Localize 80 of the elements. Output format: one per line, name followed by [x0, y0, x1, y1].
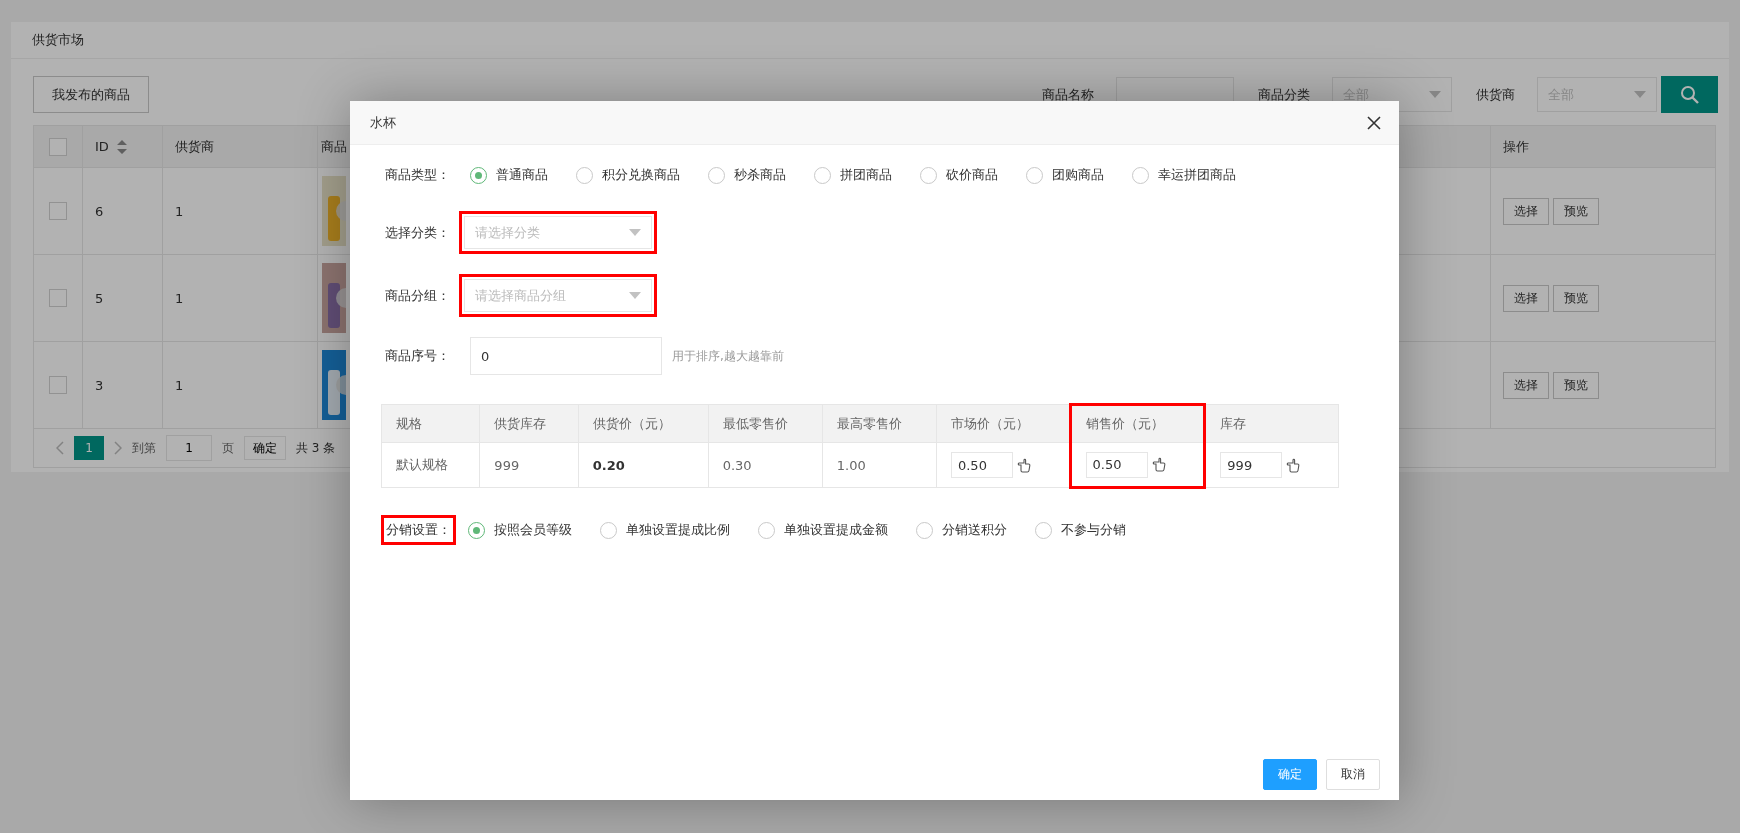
column-header: 商品: [321, 137, 347, 156]
hand-icon[interactable]: [1286, 457, 1301, 473]
table-cell: 0.20: [592, 457, 625, 473]
caret-icon: [629, 292, 641, 299]
dialog-button[interactable]: 取消: [1326, 759, 1380, 790]
table-cell: 1: [175, 290, 184, 306]
column-header: 最低零售价: [708, 404, 823, 443]
row-action-button[interactable]: 预览: [1553, 284, 1599, 312]
total-count: 共 3 条: [296, 439, 336, 457]
table-cell: 默认规格: [396, 457, 448, 472]
caret-icon: [629, 229, 641, 236]
radio-option[interactable]: 拼团商品: [814, 166, 892, 184]
field-label: 商品分组：: [385, 286, 451, 305]
price-field[interactable]: 999: [1220, 452, 1283, 478]
table-cell: 1: [175, 203, 184, 219]
filter-label: 商品名称: [1042, 85, 1094, 104]
row-action-button[interactable]: 选择: [1503, 371, 1549, 399]
radio-option[interactable]: 单独设置提成金额: [758, 521, 888, 539]
column-header: 规格: [381, 404, 480, 443]
column-header: 供货库存: [479, 404, 579, 443]
table-cell: 5: [95, 290, 104, 306]
goto-confirm-button[interactable]: 确定: [244, 436, 286, 460]
row-action-button[interactable]: 选择: [1503, 284, 1549, 312]
radio-option[interactable]: 秒杀商品: [708, 166, 786, 184]
row-action-button[interactable]: 预览: [1553, 371, 1599, 399]
table-cell: 999: [494, 457, 520, 473]
caret-icon: [1429, 91, 1441, 98]
field-hint: 用于排序,越大越靠前: [672, 347, 784, 365]
hand-icon[interactable]: [1016, 457, 1031, 473]
hand-icon[interactable]: [1151, 457, 1166, 472]
caret-icon: [1634, 91, 1646, 98]
close-icon[interactable]: [1367, 115, 1381, 130]
sort-icon[interactable]: [116, 139, 127, 154]
radio-option[interactable]: 不参与分销: [1035, 521, 1126, 539]
radio-option[interactable]: 普通商品: [470, 166, 548, 184]
radio-option[interactable]: 砍价商品: [920, 166, 998, 184]
column-header: 最高零售价: [822, 404, 937, 443]
column-header: ID: [95, 139, 109, 154]
column-header: 销售价（元）: [1070, 404, 1205, 443]
radio-option[interactable]: 团购商品: [1026, 166, 1104, 184]
next-page-icon[interactable]: [114, 441, 122, 455]
field-label: 商品类型：: [385, 166, 451, 184]
page-input[interactable]: 1: [166, 435, 212, 461]
field-label: 选择分类：: [385, 223, 451, 242]
column-header: 供货价（元）: [578, 404, 709, 443]
dialog-title: 水杯: [370, 113, 396, 132]
column-header: 市场价（元）: [936, 404, 1071, 443]
my-goods-button[interactable]: 我发布的商品: [33, 76, 149, 113]
checkbox[interactable]: [49, 202, 67, 220]
previous-page-icon[interactable]: [56, 441, 64, 455]
column-header: 库存: [1204, 404, 1339, 443]
table-cell: 0.30: [722, 457, 752, 473]
radio-option[interactable]: 积分兑换商品: [576, 166, 680, 184]
field-label: 商品序号：: [385, 347, 451, 365]
checkbox[interactable]: [49, 289, 67, 307]
table-cell: 6: [95, 203, 104, 219]
price-field[interactable]: 0.50: [1085, 451, 1148, 478]
radio-option[interactable]: 单独设置提成比例: [600, 521, 730, 539]
search-icon: [1679, 84, 1700, 105]
radio-option[interactable]: 幸运拼团商品: [1132, 166, 1236, 184]
goto-label: 到第: [132, 439, 156, 457]
radio-option[interactable]: 按照会员等级: [468, 521, 572, 539]
column-header: 操作: [1503, 137, 1529, 156]
field-label: 分销设置：: [381, 515, 456, 545]
filter-label: 供货商: [1476, 85, 1515, 104]
checkbox[interactable]: [49, 137, 67, 156]
table-cell: 1: [175, 377, 184, 393]
sort-order-field[interactable]: 0: [470, 337, 662, 375]
column-header: 供货商: [175, 137, 214, 156]
search-button[interactable]: [1661, 76, 1718, 113]
page-title: 供货市场: [11, 22, 1729, 59]
row-action-button[interactable]: 预览: [1553, 197, 1599, 225]
page-unit: 页: [222, 439, 234, 457]
table-cell: 3: [95, 377, 104, 393]
filter-label: 商品分类: [1258, 85, 1310, 104]
row-action-button[interactable]: 选择: [1503, 197, 1549, 225]
price-field[interactable]: 0.50: [950, 452, 1013, 478]
radio-option[interactable]: 分销送积分: [916, 521, 1007, 539]
table-cell: 1.00: [836, 457, 866, 473]
checkbox[interactable]: [49, 376, 67, 394]
